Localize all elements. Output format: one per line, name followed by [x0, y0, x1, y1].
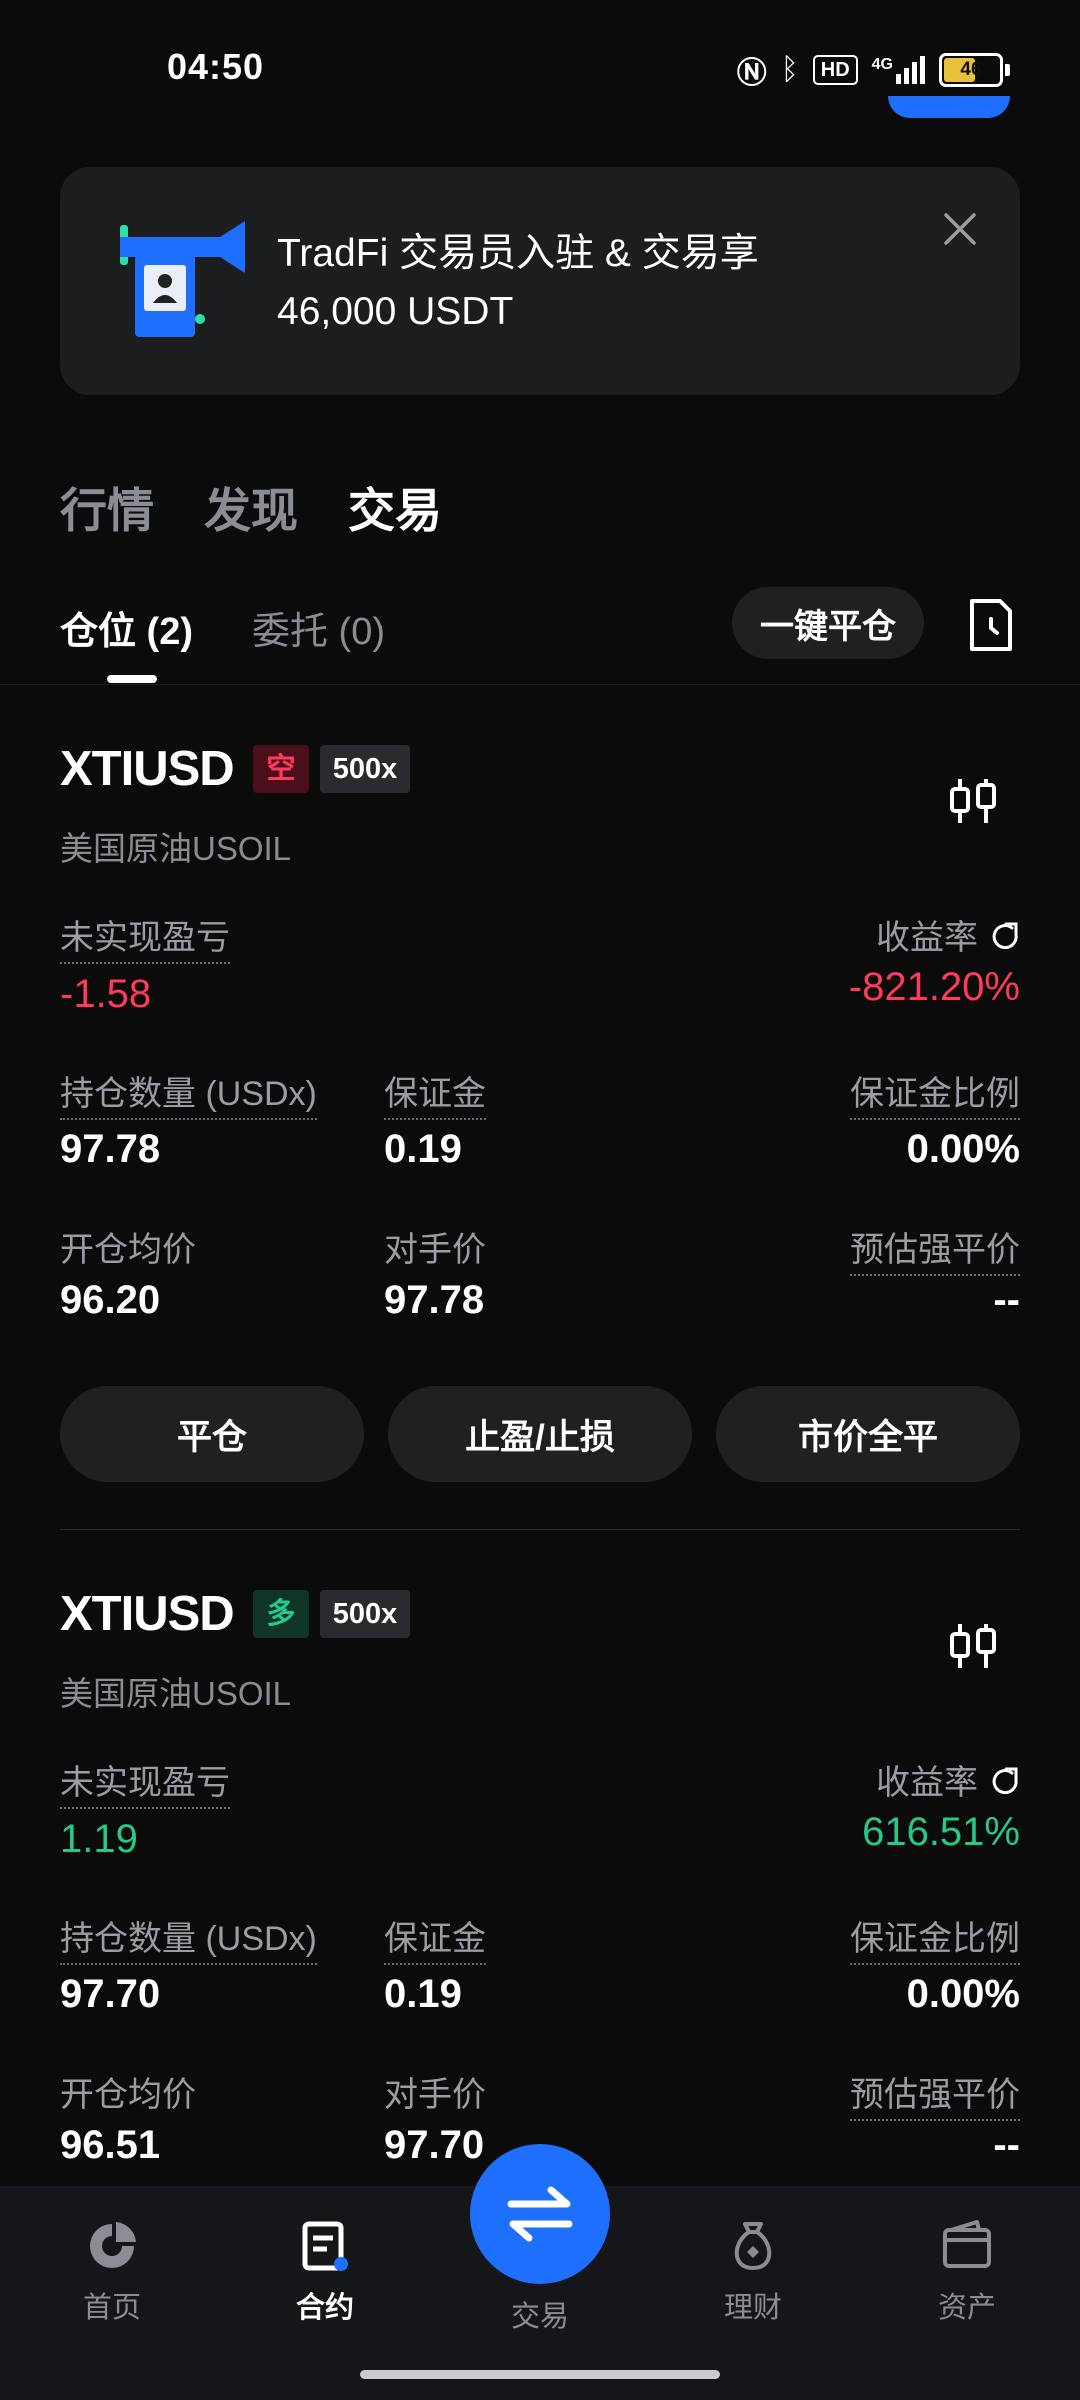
side-badge-long: 多 — [253, 1590, 309, 1638]
liq-price-label[interactable]: 预估强平价 — [850, 1222, 1020, 1276]
swap-arrows-icon — [507, 2186, 573, 2242]
tp-sl-button[interactable]: 止盈/止损 — [388, 1386, 692, 1482]
position-name: 美国原油USOIL — [60, 1675, 292, 1712]
entry-price-value: 96.20 — [60, 1278, 161, 1322]
liq-price-value: -- — [993, 2123, 1020, 2167]
banner-subtitle: 46,000 USDT — [277, 290, 514, 333]
tab-positions[interactable]: 仓位 (2) — [60, 600, 193, 655]
counter-price-value: 97.78 — [384, 1278, 485, 1322]
nav-earn-label: 理财 — [723, 2292, 782, 2324]
hd-icon: HD — [812, 55, 858, 85]
status-icons: Ⓝ ᛒ HD 4G 46 — [737, 48, 1010, 92]
position-qty-value: 97.70 — [60, 1972, 161, 2016]
tab-discover[interactable]: 发现 — [204, 472, 298, 541]
share-icon[interactable] — [990, 1765, 1020, 1795]
position-symbol: XTIUSD — [60, 742, 235, 796]
home-indicator — [360, 2370, 720, 2379]
bluetooth-icon: ᛒ — [780, 53, 799, 86]
nav-home-label: 首页 — [82, 2292, 141, 2324]
roi-label: 收益率 — [876, 1764, 978, 1802]
money-bag-icon — [734, 2222, 772, 2270]
banner-title: TradFi 交易员入驻 & 交易享 — [277, 232, 759, 275]
nfc-icon: Ⓝ — [736, 57, 767, 90]
roi-value: -821.20% — [848, 965, 1020, 1009]
counter-price-label: 对手价 — [384, 1231, 486, 1269]
liq-price-value: -- — [993, 1278, 1020, 1322]
position-qty-label[interactable]: 持仓数量 (USDx) — [60, 1911, 317, 1965]
close-all-button[interactable]: 一键平仓 — [732, 587, 924, 659]
entry-price-value: 96.51 — [60, 2123, 161, 2167]
margin-ratio-label[interactable]: 保证金比例 — [850, 1066, 1020, 1120]
roi-header: 收益率 — [876, 1755, 1020, 1804]
counter-price-value: 97.70 — [384, 2123, 485, 2167]
entry-price-label: 开仓均价 — [60, 2076, 196, 2114]
liq-price-label[interactable]: 预估强平价 — [850, 2067, 1020, 2121]
share-icon[interactable] — [990, 920, 1020, 950]
active-tab-indicator — [107, 675, 157, 683]
tab-orders[interactable]: 委托 (0) — [252, 600, 385, 655]
close-position-button[interactable]: 平仓 — [60, 1386, 364, 1482]
nav-earn[interactable]: 理财 — [673, 2218, 833, 2326]
nav-assets[interactable]: 资产 — [887, 2218, 1047, 2326]
roi-value: 616.51% — [862, 1810, 1020, 1854]
battery-icon: 46 — [939, 53, 1003, 87]
trumpet-illustration-icon — [120, 221, 245, 337]
position-name: 美国原油USOIL — [60, 830, 292, 867]
margin-label[interactable]: 保证金 — [384, 1066, 486, 1120]
candlestick-chart-icon[interactable] — [948, 775, 998, 827]
leverage-badge: 500x — [320, 1590, 410, 1638]
nav-assets-label: 资产 — [937, 2292, 996, 2324]
margin-label[interactable]: 保证金 — [384, 1911, 486, 1965]
status-time: 04:50 — [167, 46, 265, 87]
wallet-icon — [943, 2220, 991, 2268]
leverage-badge: 500x — [320, 745, 410, 793]
position-qty-label[interactable]: 持仓数量 (USDx) — [60, 1066, 317, 1120]
margin-value: 0.19 — [384, 1972, 462, 2016]
home-icon — [90, 2222, 136, 2268]
contract-icon — [302, 2221, 348, 2271]
close-icon[interactable] — [938, 207, 982, 251]
tab-market[interactable]: 行情 — [60, 472, 154, 541]
tabs-divider — [0, 684, 1080, 685]
margin-value: 0.19 — [384, 1127, 462, 1171]
candlestick-chart-icon[interactable] — [948, 1620, 998, 1672]
position-symbol: XTIUSD — [60, 1587, 235, 1641]
side-badge-short: 空 — [253, 745, 309, 793]
counter-price-label: 对手价 — [384, 2076, 486, 2114]
tab-trade[interactable]: 交易 — [348, 472, 442, 541]
scrolled-button-edge — [888, 96, 1010, 118]
trade-fab-button[interactable] — [470, 2144, 610, 2284]
market-close-button[interactable]: 市价全平 — [716, 1386, 1020, 1482]
nav-home[interactable]: 首页 — [32, 2218, 192, 2326]
unrealized-pnl-label[interactable]: 未实现盈亏 — [60, 910, 230, 964]
margin-ratio-value: 0.00% — [906, 1127, 1020, 1171]
unrealized-pnl-label[interactable]: 未实现盈亏 — [60, 1755, 230, 1809]
history-doc-icon[interactable] — [966, 598, 1016, 652]
entry-price-label: 开仓均价 — [60, 1231, 196, 1269]
signal-icon: 4G — [872, 56, 925, 84]
margin-ratio-label[interactable]: 保证金比例 — [850, 1911, 1020, 1965]
roi-header: 收益率 — [876, 910, 1020, 959]
position-separator — [60, 1529, 1020, 1530]
position-qty-value: 97.78 — [60, 1127, 161, 1171]
nav-contracts[interactable]: 合约 — [245, 2218, 405, 2326]
nav-trade-label[interactable]: 交易 — [470, 2293, 610, 2335]
nav-contracts-label: 合约 — [295, 2292, 354, 2324]
unrealized-pnl-value: 1.19 — [60, 1817, 138, 1861]
unrealized-pnl-value: -1.58 — [60, 972, 152, 1016]
roi-label: 收益率 — [876, 919, 978, 957]
margin-ratio-value: 0.00% — [906, 1972, 1020, 2016]
